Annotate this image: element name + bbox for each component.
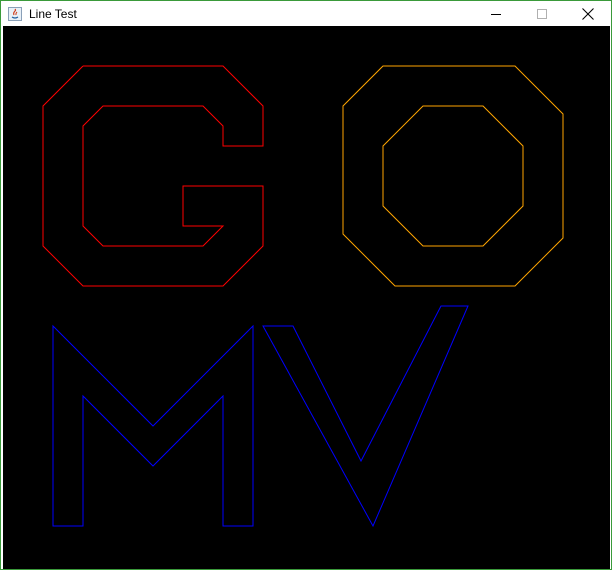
letter-m	[52, 324, 254, 527]
minimize-icon	[491, 13, 501, 15]
letter-m-outline	[52, 324, 254, 527]
title-bar[interactable]: Line Test	[1, 1, 611, 26]
letter-o-inner	[382, 105, 524, 247]
letter-g	[42, 65, 264, 287]
letter-v	[262, 305, 469, 528]
window-controls	[473, 1, 611, 26]
app-window: Line Test	[0, 0, 612, 570]
letter-o	[342, 65, 564, 287]
letter-o-outer	[342, 65, 564, 287]
letter-v-outline	[262, 305, 469, 528]
close-icon	[582, 7, 594, 20]
window-title: Line Test	[29, 6, 77, 21]
maximize-icon	[537, 8, 547, 19]
maximize-button[interactable]	[519, 1, 565, 26]
minimize-button[interactable]	[473, 1, 519, 26]
line-drawing	[42, 65, 564, 528]
letter-g-outline	[42, 65, 264, 287]
drawing-canvas[interactable]	[3, 26, 610, 569]
close-button[interactable]	[565, 1, 611, 26]
java-icon	[7, 6, 23, 22]
